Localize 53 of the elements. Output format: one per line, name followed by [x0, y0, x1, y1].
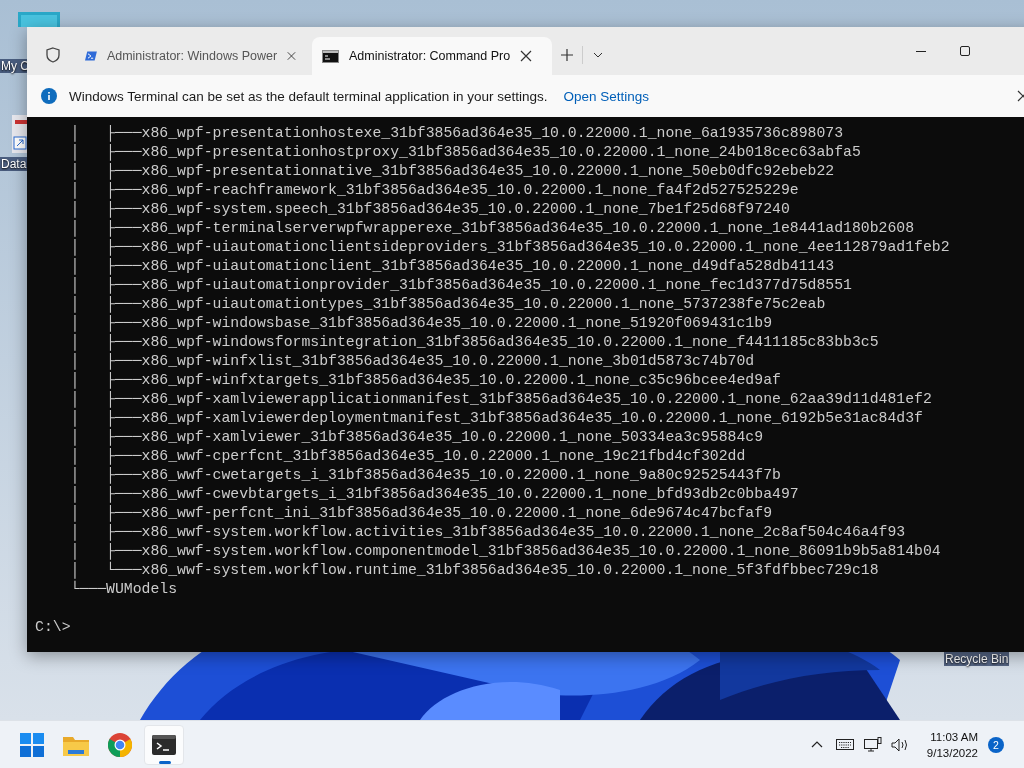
tab[interactable]: Administrator: Command Pro — [312, 37, 552, 75]
terminal-line: │ ├───x86_wpf-windowsformsintegration_31bf3856ad364e35_10.0.22000.1_none_f4411185c83bb3c5 — [69, 333, 879, 352]
terminal-line: │ ├───x86_wpf-windowsbase_31bf3856ad364e35_10.0.22000.1_none_51920f069431c1b9 — [69, 314, 772, 333]
terminal-line: │ ├───x86_wpf-winfxtargets_31bf3856ad364e35_10.0.22000.1_none_c35c96bcee4ed9af — [69, 371, 781, 390]
network-icon — [863, 736, 882, 753]
info-icon — [41, 88, 57, 104]
terminal-line: │ ├───x86_wpf-xamlviewer_31bf3856ad364e35_10.0.22000.1_none_50334ea3c95884c9 — [69, 428, 764, 447]
terminal-line: │ ├───x86_wwf-perfcnt_ini_31bf3856ad364e35_10.0.22000.1_none_6de9674c47bcfaf9 — [69, 504, 772, 523]
plus-icon — [561, 49, 573, 61]
chevron-down-icon — [593, 52, 603, 58]
terminal-line: └───WUModels — [69, 580, 178, 599]
tab[interactable]: Administrator: Windows Power — [75, 37, 306, 75]
terminal-line: │ ├───x86_wwf-cwetargets_i_31bf3856ad364e35_10.0.22000.1_none_9a80c92525443f7b — [69, 466, 781, 485]
browser-icon — [108, 732, 132, 757]
terminal-line: │ ├───x86_wpf-winfxlist_31bf3856ad364e35_10.0.22000.1_none_3b01d5873c74b70d — [69, 352, 755, 371]
shield-icon[interactable] — [46, 47, 60, 63]
terminal-line: │ ├───x86_wpf-terminalserverwpfwrapperexe_31bf3856ad364e35_10.0.22000.1_none_1e8441ad180b2608 — [69, 219, 915, 238]
info-message: Windows Terminal can be set as the default terminal application in your settings. — [69, 88, 548, 104]
terminal-line: │ ├───x86_wpf-reachframework_31bf3856ad364e35_10.0.22000.1_none_fa4f2d527525229e — [69, 181, 799, 200]
command-prompt-icon — [322, 49, 339, 63]
terminal-icon — [152, 734, 176, 755]
desktop-icon-label[interactable]: Recycle Bin — [944, 652, 1010, 666]
terminal-line: │ ├───x86_wpf-presentationhostproxy_31bf3856ad364e35_10.0.22000.1_none_24b018cec63abfa5 — [69, 143, 861, 162]
keyboard-icon — [835, 739, 854, 750]
clock[interactable]: 11:03 AM 9/13/2022 — [914, 728, 988, 761]
terminal-line: │ ├───x86_wwf-cperfcnt_31bf3856ad364e35_10.0.22000.1_none_19c21fbd4cf302dd — [69, 447, 746, 466]
notification-badge[interactable]: 2 — [988, 736, 1004, 753]
terminal-line: │ ├───x86_wpf-uiautomationtypes_31bf3856ad364e35_10.0.22000.1_none_5737238fe75c2eab — [69, 295, 826, 314]
terminal-line: │ ├───x86_wpf-system.speech_31bf3856ad364e35_10.0.22000.1_none_7be1f25d68f97240 — [69, 200, 790, 219]
clock-time: 11:03 AM — [930, 729, 978, 745]
open-settings-link[interactable]: Open Settings — [563, 88, 650, 104]
desktop-icon-label[interactable]: Data — [0, 157, 28, 171]
maximize-icon — [960, 46, 970, 56]
terminal-line: │ ├───x86_wpf-xamlviewerapplicationmanifest_31bf3856ad364e35_10.0.22000.1_none_62aa39d11d481ef2 — [69, 390, 932, 409]
terminal-line: │ ├───x86_wpf-uiautomationclientsideproviders_31bf3856ad364e35_10.0.22000.1_none_4ee112879ad1feb2 — [69, 238, 950, 257]
terminal-line: │ ├───x86_wpf-uiautomationclient_31bf3856ad364e35_10.0.22000.1_none_d49dfa528db41143 — [69, 257, 835, 276]
terminal-line: │ ├───x86_wwf-cwevbtargets_i_31bf3856ad364e35_10.0.22000.1_none_bfd93db2c0bba497 — [69, 485, 799, 504]
terminal-line: │ ├───x86_wpf-presentationhostexe_31bf3856ad364e35_10.0.22000.1_none_6a1935736c898073 — [69, 124, 844, 143]
close-icon[interactable] — [520, 50, 533, 62]
windows-logo-icon — [20, 732, 44, 757]
terminal-line: │ ├───x86_wpf-uiautomationprovider_31bf3856ad364e35_10.0.22000.1_none_fec1d377d75d8551 — [69, 276, 852, 295]
terminal-line: │ ├───x86_wwf-system.workflow.activities_31bf3856ad364e35_10.0.22000.1_none_2c8af504c46a4f93 — [69, 523, 906, 542]
powershell-icon — [85, 49, 97, 63]
shortcut-icon[interactable] — [12, 115, 27, 153]
terminal-line: │ ├───x86_wwf-system.workflow.componentmodel_31bf3856ad364e35_10.0.22000.1_none_86091b9b5a814b04 — [69, 542, 941, 561]
minimize-icon — [916, 50, 926, 52]
terminal-line: │ ├───x86_wpf-xamlviewerdeploymentmanifest_31bf3856ad364e35_10.0.22000.1_none_6192b5e31ac84d3f — [69, 409, 923, 428]
terminal-line: │ └───x86_wwf-system.workflow.runtime_31bf3856ad364e35_10.0.22000.1_none_5f3fdfbbec729c18 — [69, 561, 879, 580]
clock-date: 9/13/2022 — [926, 745, 978, 761]
terminal-line: │ ├───x86_wpf-presentationnative_31bf3856ad364e35_10.0.22000.1_none_50eb0dfc92ebeb22 — [69, 162, 835, 181]
terminal-button[interactable] — [144, 724, 184, 765]
chevron-up-icon — [810, 741, 823, 748]
command-prompt[interactable]: C:\> — [35, 618, 71, 637]
